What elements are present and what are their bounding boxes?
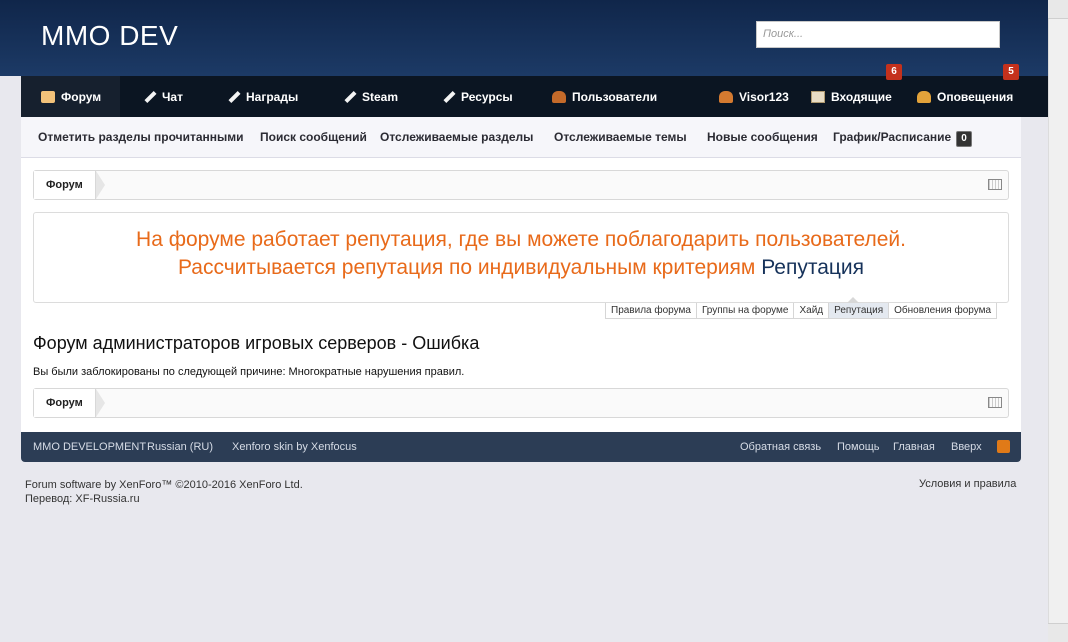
error-message: Вы были заблокированы по следующей причи… — [33, 366, 465, 378]
inbox-icon — [811, 90, 825, 103]
nav-tab-steam[interactable]: Steam — [342, 76, 398, 117]
sub-nav: Отметить разделы прочитанными Поиск сооб… — [21, 117, 1021, 158]
search-messages-link[interactable]: Поиск сообщений — [260, 130, 367, 144]
nav-tab-forum[interactable]: Форум — [21, 76, 120, 117]
reputation-link[interactable]: Репутация — [761, 256, 864, 279]
pencil-icon — [226, 91, 240, 103]
notice-text: Рассчитывается репутация по индивидуальн… — [177, 256, 756, 279]
help-link[interactable]: Помощь — [837, 441, 880, 453]
rss-icon[interactable] — [997, 440, 1010, 453]
pencil-icon — [142, 91, 156, 103]
tab-forum-updates[interactable]: Обновления форума — [888, 303, 998, 319]
schedule-link[interactable]: График/Расписание 0 — [833, 130, 972, 147]
alerts-label: Оповещения — [937, 89, 1014, 104]
page-title: Форум администраторов игровых серверов -… — [33, 333, 480, 353]
tab-forum-rules[interactable]: Правила форума — [605, 303, 697, 319]
footer-bar: MMO DEVELOPMENT Russian (RU) Xenforo ski… — [21, 432, 1021, 462]
schedule-counter: 0 — [956, 131, 972, 147]
main-nav: Форум Чат Награды Steam Ресурсы Пользова… — [21, 64, 1048, 117]
inbox-badge: 6 — [886, 64, 902, 80]
top-link[interactable]: Вверх — [951, 441, 982, 453]
scroll-down-button[interactable] — [1048, 623, 1068, 642]
nav-tab-chat[interactable]: Чат — [142, 76, 183, 117]
schedule-label: График/Расписание — [833, 130, 952, 144]
nav-tab-awards[interactable]: Награды — [226, 76, 298, 117]
skin-credit-link[interactable]: Xenforo skin by Xenfocus — [232, 441, 357, 453]
page-content: Форум На форуме работает репутация, где … — [21, 158, 1021, 432]
scroll-up-button[interactable] — [1048, 0, 1068, 19]
watched-threads-link[interactable]: Отслеживаемые темы — [554, 130, 687, 144]
jump-menu-icon[interactable] — [988, 397, 1002, 408]
copyright: Forum software by XenForo™ ©2010-2016 Xe… — [25, 478, 303, 506]
users-icon — [552, 90, 566, 103]
terms-link[interactable]: Условия и правила — [919, 478, 1016, 490]
breadcrumb-forum[interactable]: Форум — [34, 171, 96, 199]
vertical-scrollbar[interactable] — [1048, 0, 1068, 641]
breadcrumb-bottom: Форум — [33, 388, 1009, 418]
breadcrumb-arrow — [96, 389, 105, 417]
breadcrumb: Форум — [33, 170, 1009, 200]
nav-tab-label: Пользователи — [572, 89, 658, 104]
jump-menu-icon[interactable] — [988, 179, 1002, 190]
search-input[interactable]: Поиск... — [756, 21, 1000, 48]
bell-icon — [917, 90, 931, 103]
breadcrumb-forum[interactable]: Форум — [34, 389, 96, 417]
notice-line-1: На форуме работает репутация, где вы мож… — [136, 228, 906, 251]
nav-tab-label: Чат — [162, 89, 183, 104]
tab-reputation[interactable]: Репутация — [828, 303, 890, 319]
home-link[interactable]: Главная — [893, 441, 935, 453]
breadcrumb-arrow — [96, 171, 105, 199]
tab-forum-groups[interactable]: Группы на форуме — [695, 303, 795, 319]
notice-tabs: Правила форума Группы на форуме Хайд Реп… — [605, 303, 998, 320]
alerts-badge: 5 — [1003, 64, 1019, 80]
watched-forums-link[interactable]: Отслеживаемые разделы — [380, 130, 533, 144]
nav-tab-label: Награды — [246, 89, 299, 104]
pencil-icon — [441, 91, 455, 103]
copyright-line[interactable]: Forum software by XenForo™ ©2010-2016 Xe… — [25, 478, 303, 492]
pencil-icon — [342, 91, 356, 103]
nav-inbox[interactable]: Входящие 6 — [811, 64, 902, 117]
tab-hide[interactable]: Хайд — [793, 303, 830, 319]
notice-block: На форуме работает репутация, где вы мож… — [33, 212, 1009, 303]
footer-home-link[interactable]: MMO DEVELOPMENT — [33, 441, 146, 453]
user-icon — [719, 90, 733, 103]
nav-tab-label: Steam — [362, 89, 399, 104]
inbox-label: Входящие — [831, 89, 892, 104]
nav-tab-resources[interactable]: Ресурсы — [441, 76, 513, 117]
forum-icon — [41, 90, 55, 103]
translation-line[interactable]: Перевод: XF-Russia.ru — [25, 492, 303, 506]
language-chooser[interactable]: Russian (RU) — [147, 441, 213, 453]
mark-forums-read-link[interactable]: Отметить разделы прочитанными — [38, 130, 244, 144]
site-logo[interactable]: MMO DEV — [41, 20, 178, 52]
nav-user-account[interactable]: Visor123 — [719, 76, 789, 117]
username-label: Visor123 — [739, 89, 789, 104]
new-posts-link[interactable]: Новые сообщения — [707, 130, 818, 144]
feedback-link[interactable]: Обратная связь — [740, 441, 821, 453]
nav-tab-members[interactable]: Пользователи — [552, 76, 657, 117]
nav-tab-label: Форум — [61, 89, 102, 104]
nav-alerts[interactable]: Оповещения 5 — [917, 64, 1019, 117]
notice-line-2: Рассчитывается репутация по индивидуальн… — [34, 256, 1008, 280]
nav-tab-label: Ресурсы — [461, 89, 513, 104]
